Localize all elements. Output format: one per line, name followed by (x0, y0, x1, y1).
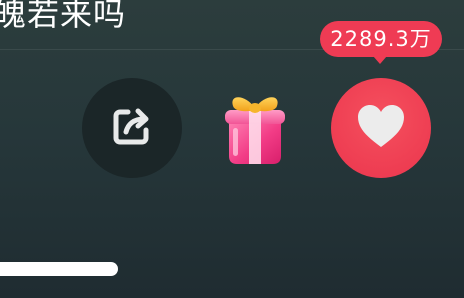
like-button[interactable] (331, 78, 431, 178)
like-count-badge: 2289.3万 (320, 21, 442, 57)
share-icon (108, 102, 156, 154)
gift-button[interactable] (207, 80, 303, 176)
gift-icon (215, 84, 295, 172)
video-title: 魄若来吗 (0, 0, 127, 33)
like-count-pointer (373, 56, 387, 64)
heart-icon (356, 103, 406, 153)
share-button[interactable] (82, 78, 182, 178)
video-progress-bar[interactable] (0, 262, 118, 276)
